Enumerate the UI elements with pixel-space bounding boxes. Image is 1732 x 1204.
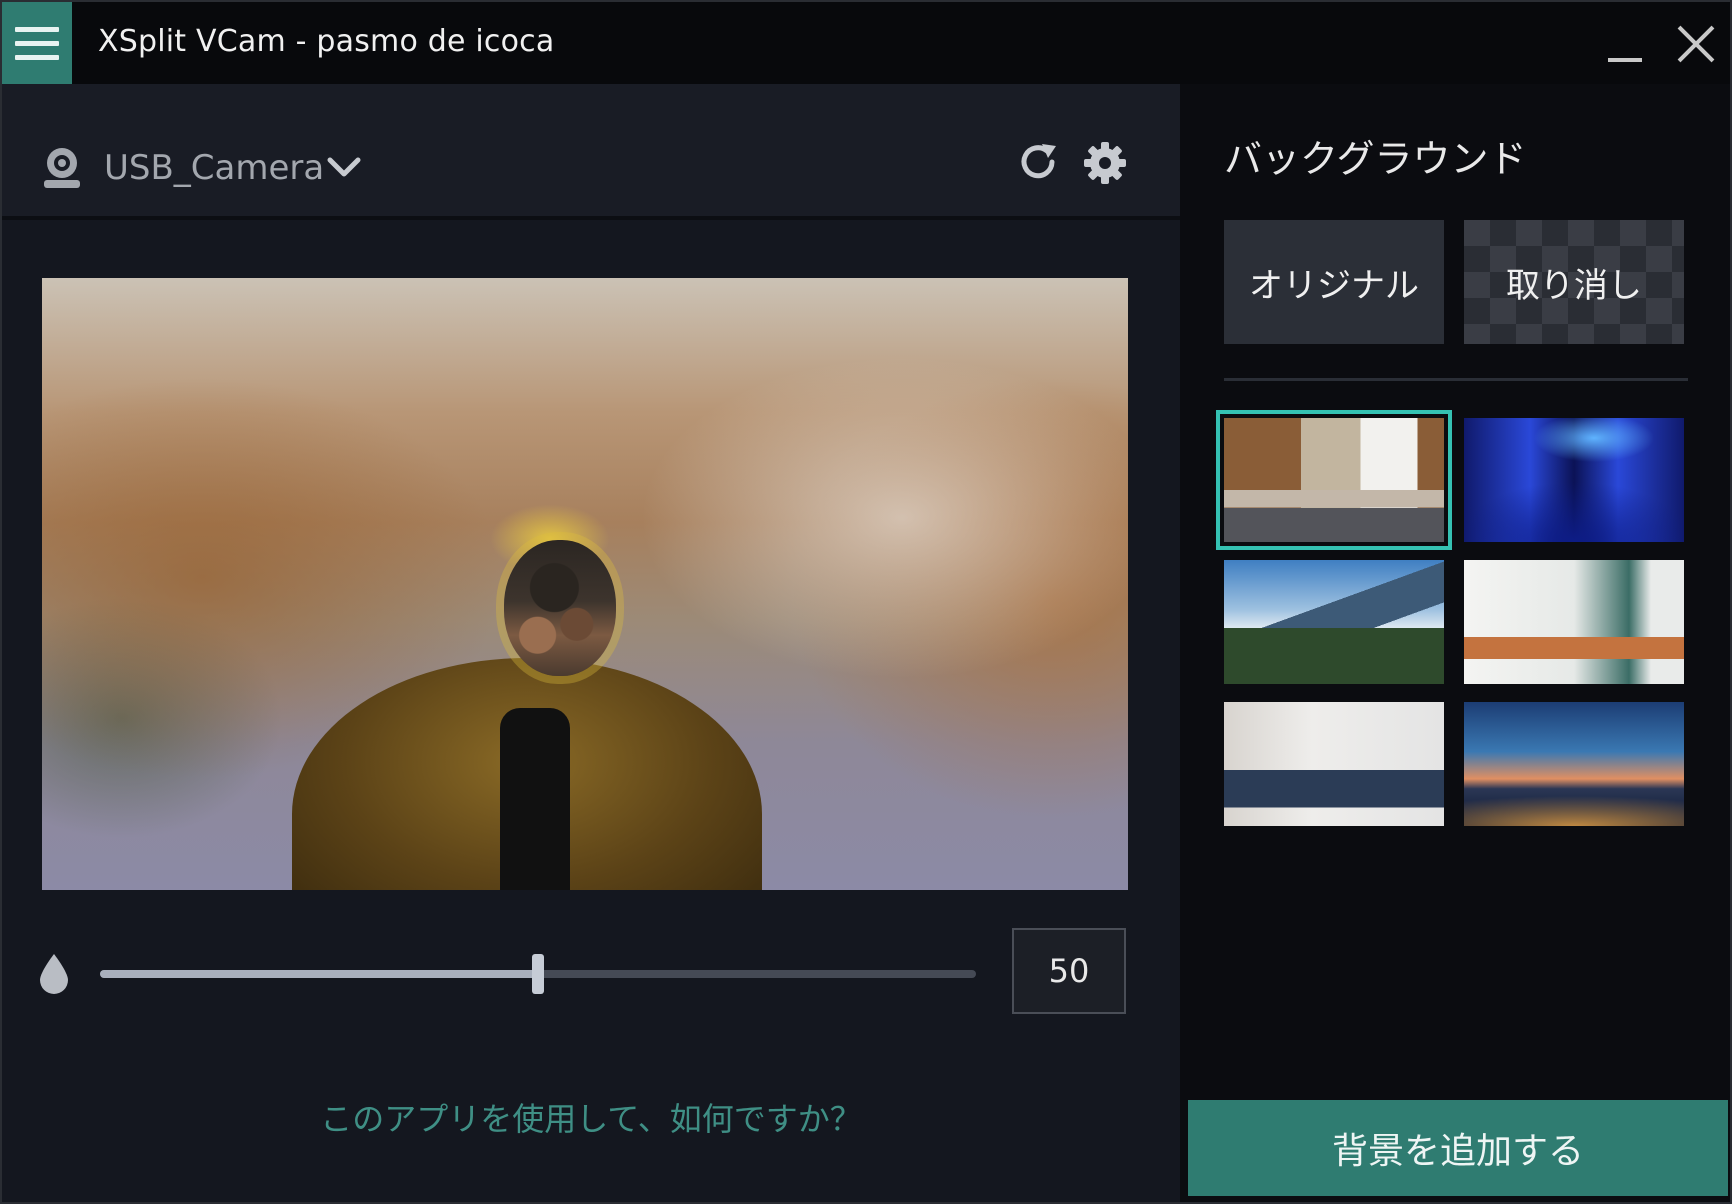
blur-drop-icon [40, 954, 68, 994]
blur-slider-handle[interactable] [532, 954, 544, 994]
background-thumbnail-sofa-with-guitar[interactable] [1224, 702, 1444, 826]
minimize-icon[interactable] [1608, 58, 1642, 62]
app-window: XSplit VCam - pasmo de icoca USB_Camera [0, 0, 1732, 1204]
camera-panel: USB_Camera 50 このアプリを使用して、如何ですか？ [2, 84, 1180, 1202]
close-icon[interactable] [1676, 24, 1716, 64]
window-title: XSplit VCam - pasmo de icoca [98, 24, 555, 59]
settings-gear-icon[interactable] [1082, 140, 1128, 186]
background-panel: バックグラウンド オリジナル 取り消し 背景を追加する [1180, 84, 1730, 1202]
camera-select[interactable]: USB_Camera [104, 148, 324, 188]
webcam-icon [44, 148, 80, 188]
camera-preview [42, 278, 1128, 890]
background-thumbnail-mountain-landscape[interactable] [1224, 560, 1444, 684]
blur-value-box[interactable]: 50 [1012, 928, 1126, 1014]
background-thumbnail-bright-living-room[interactable] [1464, 560, 1684, 684]
background-thumbnail-conference-room[interactable] [1216, 410, 1452, 550]
hamburger-menu-icon[interactable] [2, 2, 72, 84]
background-thumbnail-city-bridge-night[interactable] [1464, 702, 1684, 826]
refresh-icon[interactable] [1016, 140, 1060, 184]
camera-toolbar: USB_Camera [2, 84, 1180, 220]
blur-slider[interactable] [100, 954, 976, 994]
divider [1224, 378, 1688, 381]
title-bar: XSplit VCam - pasmo de icoca [2, 2, 1730, 84]
chevron-down-icon[interactable] [326, 154, 362, 182]
feedback-link[interactable]: このアプリを使用して、如何ですか？ [2, 1094, 1180, 1140]
add-background-button[interactable]: 背景を追加する [1188, 1100, 1728, 1196]
remove-background-button[interactable]: 取り消し [1464, 220, 1684, 344]
background-title: バックグラウンド [1224, 137, 1527, 181]
background-thumbnail-blue-neon-lounge[interactable] [1464, 418, 1684, 542]
blur-slider-fill [100, 970, 538, 978]
original-button[interactable]: オリジナル [1224, 220, 1444, 344]
